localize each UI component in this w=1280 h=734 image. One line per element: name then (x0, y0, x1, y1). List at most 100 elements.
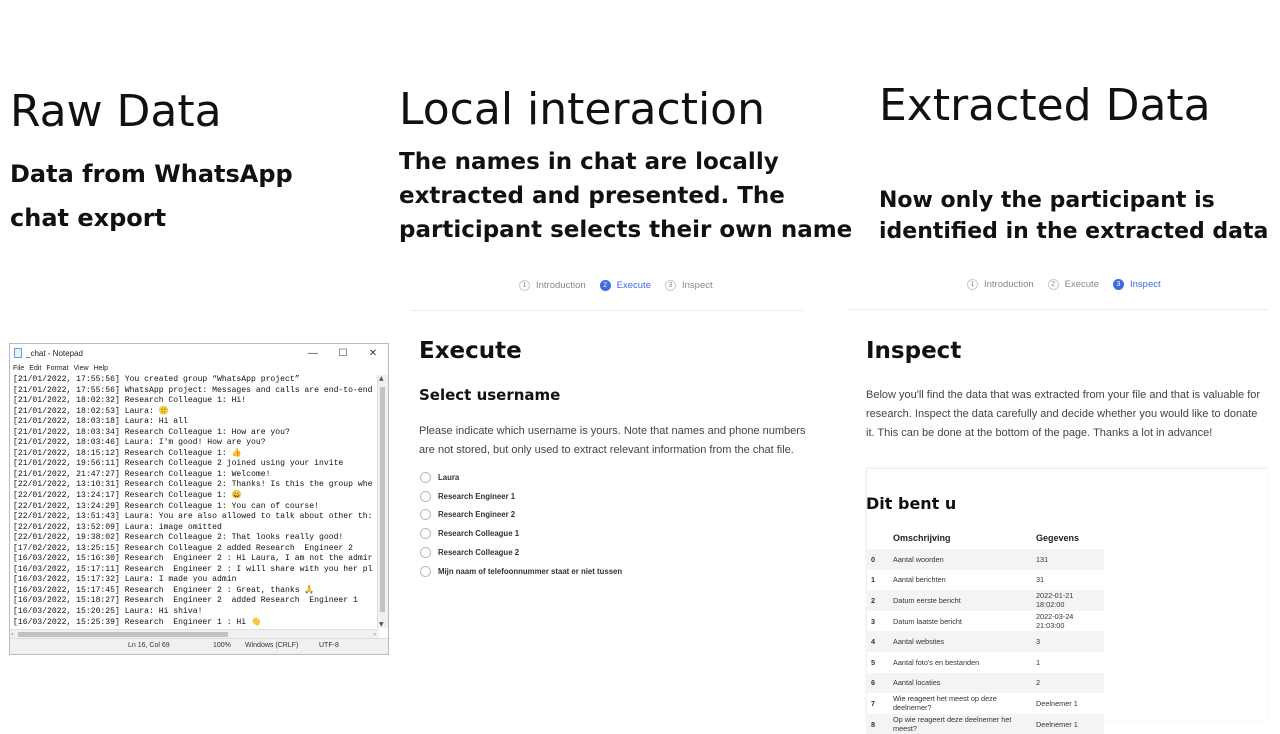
local-interaction-title: Local interaction (399, 84, 765, 135)
row-description: Op wie reageert deze deelnemer het meest… (892, 713, 1035, 734)
row-value: 131 (1035, 549, 1104, 570)
table-row: 1 Aantal berichten 31 (866, 570, 1104, 591)
select-username-heading: Select username (419, 386, 561, 404)
row-value: 2022-03-24 21:03:00 (1036, 612, 1074, 631)
scroll-down-icon[interactable]: ▼ (379, 621, 384, 628)
notepad-menubar: File Edit Format View Help (10, 362, 388, 374)
step-label: Execute (616, 280, 651, 291)
chat-line: [17/02/2022, 13:25:15] Research Colleagu… (13, 543, 353, 553)
step-introduction[interactable]: 1 Introduction (967, 279, 1034, 290)
scroll-left-icon[interactable]: ‹ (11, 631, 13, 638)
notepad-titlebar: _chat - Notepad — ☐ ✕ (10, 344, 388, 362)
row-index: 5 (871, 657, 876, 667)
description-header: Omschrijving (893, 533, 951, 543)
execute-description: Please indicate which username is yours.… (419, 422, 809, 460)
chat-line: [22/01/2022, 13:51:43] Laura: You are al… (13, 512, 373, 522)
menu-view[interactable]: View (74, 365, 89, 372)
row-index: 0 (866, 549, 892, 570)
radio-label: Research Engineer 1 (438, 491, 516, 501)
step-execute[interactable]: 2 Execute (599, 280, 651, 291)
row-value: 2 (1035, 672, 1104, 694)
chat-line: [21/01/2022, 18:03:34] Research Colleagu… (13, 427, 290, 437)
scroll-up-icon[interactable]: ▲ (379, 375, 384, 382)
step-number: 1 (967, 279, 978, 290)
step-number: 3 (664, 280, 676, 291)
table-header-row: Omschrijving Gegevens (866, 527, 1104, 549)
row-value: 3 (1035, 631, 1104, 652)
chat-line: [21/01/2022, 18:03:46] Laura: I'm good! … (13, 438, 266, 448)
chat-line: [21/01/2022, 17:55:56] WhatsApp project:… (13, 385, 373, 395)
radio-circle-icon[interactable] (420, 528, 431, 540)
step-introduction[interactable]: 1 Introduction (519, 280, 586, 291)
inspect-description: Below you'll find the data that was extr… (866, 386, 1271, 443)
chat-line: [16/03/2022, 15:25:39] Research Engineer… (13, 617, 262, 627)
notepad-title: _chat - Notepad (26, 348, 83, 358)
step-label: Introduction (536, 280, 586, 291)
menu-help[interactable]: Help (94, 365, 108, 372)
row-description: Aantal berichten (893, 575, 946, 585)
radio-option[interactable]: Research Colleague 1 (420, 524, 622, 543)
close-icon[interactable]: ✕ (358, 348, 388, 359)
notepad-statusbar: Ln 16, Col 69 100% Windows (CRLF) UTF-8 (10, 638, 388, 654)
index-header (866, 527, 892, 549)
horizontal-scroll-thumb[interactable] (18, 632, 228, 637)
row-index: 2 (866, 590, 892, 611)
minimize-icon[interactable]: — (298, 348, 328, 359)
menu-edit[interactable]: Edit (29, 365, 41, 372)
row-value: 1 (1036, 657, 1041, 667)
step-inspect[interactable]: 3 Inspect (664, 280, 713, 291)
row-value: 2022-01-21 18:02:00 (1035, 590, 1104, 611)
username-radio-group: Laura Research Engineer 1 Research Engin… (420, 468, 622, 581)
radio-circle-icon[interactable] (420, 490, 431, 502)
step-number: 2 (1047, 279, 1059, 290)
row-description: Datum laatste bericht (893, 616, 962, 626)
line-ending: Windows (CRLF) (245, 642, 299, 649)
local-subtitle-line: extracted and presented. The (399, 183, 785, 209)
notepad-window: _chat - Notepad — ☐ ✕ File Edit Format V… (9, 343, 389, 655)
step-execute[interactable]: 2 Execute (1047, 279, 1099, 290)
radio-option[interactable]: Research Engineer 2 (420, 506, 622, 525)
zoom-level: 100% (213, 642, 231, 649)
chat-line: [16/03/2022, 15:18:27] Research Engineer… (13, 596, 358, 606)
row-description: Datum eerste bericht (892, 590, 1035, 611)
notepad-text-area[interactable]: [21/01/2022, 17:55:56] You created group… (10, 375, 382, 628)
radio-circle-icon[interactable] (420, 509, 431, 521)
table-row: 0 Aantal woorden 131 (866, 549, 1104, 570)
execute-heading: Execute (419, 338, 522, 364)
execute-stepper: 1 Introduction 2 Execute 3 Inspect (519, 280, 727, 291)
row-value: Deelnemer 1 (1036, 698, 1078, 708)
radio-circle-icon[interactable] (420, 565, 431, 577)
maximize-icon[interactable]: ☐ (328, 348, 358, 359)
radio-option[interactable]: Research Colleague 2 (420, 543, 622, 562)
chat-line: [21/01/2022, 17:55:56] You created group… (13, 375, 300, 384)
chat-line: [16/03/2022, 15:17:11] Research Engineer… (13, 564, 373, 574)
row-index: 6 (866, 672, 892, 694)
row-description: Aantal locaties (892, 672, 1035, 694)
radio-option[interactable]: Research Engineer 1 (420, 487, 622, 506)
execute-description-line: are not stored, but only used to extract… (419, 444, 794, 456)
local-subtitle-line: participant selects their own name (399, 217, 853, 243)
vertical-scrollbar[interactable]: ▲ ▼ (377, 375, 388, 628)
radio-circle-icon[interactable] (420, 471, 431, 483)
menu-format[interactable]: Format (46, 365, 68, 372)
radio-option[interactable]: Laura (420, 468, 622, 487)
extracted-data-subtitle: Now only the participant is identified i… (879, 185, 1268, 247)
inspect-description-line: research. Inspect the data carefully and… (866, 408, 1258, 420)
stepper-divider (410, 310, 803, 311)
radio-option[interactable]: Mijn naam of telefoonnummer staat er nie… (420, 562, 622, 581)
chat-line: [22/01/2022, 19:38:02] Research Colleagu… (13, 533, 344, 543)
menu-file[interactable]: File (13, 365, 24, 372)
row-description: Aantal foto's en bestanden (893, 657, 980, 667)
radio-circle-icon[interactable] (420, 547, 431, 559)
chat-line: [21/01/2022, 18:03:18] Laura: Hi all (13, 417, 188, 427)
extracted-data-table: Omschrijving Gegevens 0 Aantal woorden 131… (866, 527, 1104, 734)
step-inspect[interactable]: 3 Inspect (1112, 279, 1161, 290)
extracted-subtitle-line: Now only the participant is (879, 188, 1215, 213)
vertical-scroll-thumb[interactable] (380, 387, 385, 612)
radio-label: Research Colleague 2 (438, 548, 520, 558)
scroll-right-icon[interactable]: › (374, 631, 376, 638)
step-label: Inspect (1129, 279, 1161, 290)
step-number: 3 (1112, 279, 1124, 290)
chat-line: [22/01/2022, 13:52:09] Laura: image omit… (13, 522, 222, 532)
chat-line: [21/01/2022, 18:15:12] Research Colleagu… (13, 448, 242, 458)
